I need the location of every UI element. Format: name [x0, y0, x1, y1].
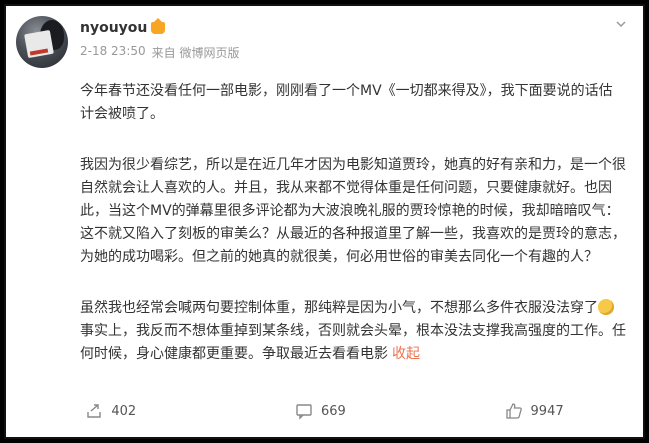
post-paragraph-2: 我因为很少看综艺，所以是在近几年才因为电影知道贾玲，她真的好有亲和力，是一个很自… — [80, 157, 626, 265]
post-paragraph-3-part-1: 虽然我也经常会喊两句要控制体重，那纯粹是因为小气，不想那么多件衣服没法穿了 — [80, 300, 598, 316]
comment-icon — [296, 404, 312, 420]
repost-button[interactable]: 402 — [85, 402, 136, 420]
avatar[interactable] — [16, 16, 68, 68]
comment-button[interactable]: 669 — [295, 402, 346, 420]
emoji-icon — [598, 299, 614, 315]
crown-badge-icon — [151, 18, 166, 34]
post-actions: 402 669 9947 — [6, 402, 643, 420]
post-source: 来自 微博网页版 — [151, 46, 240, 60]
weibo-post-card: nyouyou 2-18 23:50 来自 微博网页版 今年春节还没看任何一部电… — [4, 4, 645, 439]
comment-count: 669 — [320, 403, 346, 419]
repost-count: 402 — [111, 403, 137, 419]
username[interactable]: nyouyou — [80, 20, 147, 36]
post-paragraph-3-part-2: 事实上，我反而不想体重掉到某条线，否则就会头晕，根本没法支撑我高强度的工作。任何… — [80, 323, 626, 362]
chevron-down-icon[interactable] — [615, 18, 627, 30]
post-paragraph-1: 今年春节还没看任何一部电影，刚刚看了一个MV《一切都来得及》，我下面要说的话估计… — [80, 83, 613, 122]
username-row: nyouyou — [80, 18, 166, 36]
like-count: 9947 — [530, 403, 564, 419]
post-paragraph-3: 虽然我也经常会喊两句要控制体重，那纯粹是因为小气，不想那么多件衣服没法穿了事实上… — [80, 297, 626, 366]
collapse-link[interactable]: 收起 — [392, 346, 420, 362]
post-meta: 2-18 23:50 来自 微博网页版 — [80, 44, 239, 61]
repost-icon — [87, 404, 102, 418]
like-icon — [505, 403, 522, 419]
post-time[interactable]: 2-18 23:50 — [80, 44, 146, 61]
like-button[interactable]: 9947 — [505, 402, 564, 420]
post-text: 今年春节还没看任何一部电影，刚刚看了一个MV《一切都来得及》，我下面要说的话估计… — [80, 80, 626, 366]
